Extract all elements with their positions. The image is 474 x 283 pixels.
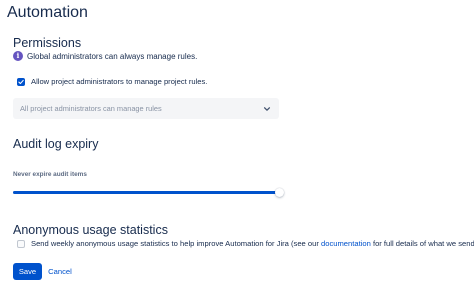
info-icon: i bbox=[13, 51, 23, 61]
audit-slider-label: Never expire audit items bbox=[13, 171, 87, 178]
allow-project-admins-checkbox[interactable] bbox=[17, 77, 25, 86]
slider-fill bbox=[13, 191, 279, 194]
anonymous-stats-option[interactable]: Send weekly anonymous usage statistics t… bbox=[17, 239, 474, 248]
project-admin-permission-select[interactable]: All project administrators can manage ru… bbox=[13, 98, 279, 119]
save-button[interactable]: Save bbox=[13, 263, 42, 280]
checkmark-icon bbox=[18, 79, 24, 84]
anonymous-stats-heading: Anonymous usage statistics bbox=[13, 223, 168, 237]
permissions-heading: Permissions bbox=[13, 36, 82, 50]
chevron-down-icon bbox=[263, 106, 271, 111]
page-title: Automation bbox=[7, 4, 88, 21]
anonymous-stats-label: Send weekly anonymous usage statistics t… bbox=[31, 239, 474, 248]
permissions-info-text: Global administrators can always manage … bbox=[27, 51, 198, 61]
audit-log-heading: Audit log expiry bbox=[13, 137, 99, 151]
anonymous-stats-checkbox[interactable] bbox=[17, 239, 25, 248]
allow-project-admins-option[interactable]: Allow project administrators to manage p… bbox=[17, 77, 207, 86]
anonymous-stats-text-before: Send weekly anonymous usage statistics t… bbox=[31, 239, 319, 248]
audit-expiry-slider[interactable] bbox=[13, 186, 284, 200]
cancel-button[interactable]: Cancel bbox=[46, 263, 74, 280]
slider-thumb[interactable] bbox=[274, 188, 284, 197]
anonymous-stats-text-after: for full details of what we send). bbox=[372, 239, 474, 248]
allow-project-admins-label: Allow project administrators to manage p… bbox=[31, 77, 208, 86]
documentation-link[interactable]: documentation bbox=[321, 239, 371, 248]
project-admin-permission-value: All project administrators can manage ru… bbox=[20, 104, 162, 113]
permissions-info: i Global administrators can always manag… bbox=[13, 51, 197, 61]
